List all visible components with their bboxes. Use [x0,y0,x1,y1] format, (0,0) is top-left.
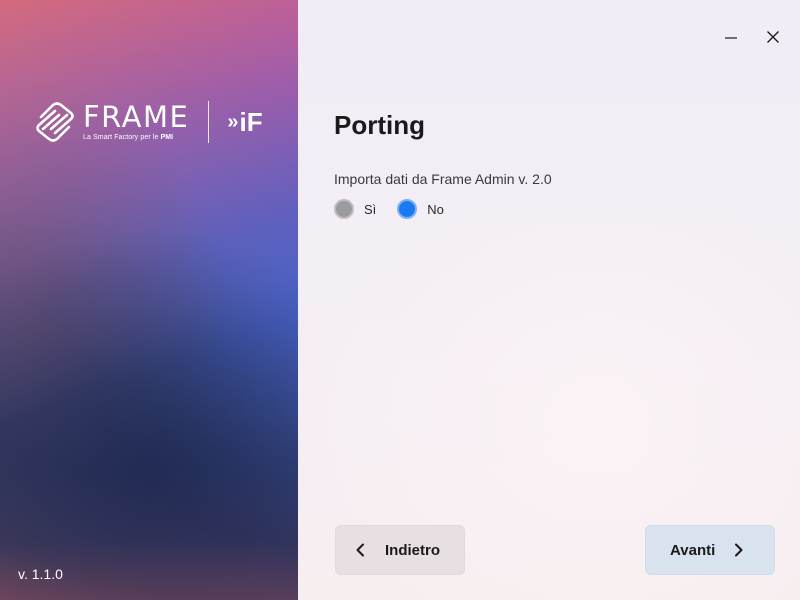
brand-logo: FRAME La Smart Factory per le PMI » iF [33,98,263,146]
radio-label-no: No [427,201,444,217]
minimize-icon [725,37,737,39]
import-label: Importa dati da Frame Admin v. 2.0 [334,171,552,187]
frame-name: FRAME [83,99,190,135]
partner-logo: » iF [227,107,262,137]
frame-wordmark: FRAME La Smart Factory per le PMI [83,102,189,142]
back-button-label: Indietro [385,541,440,559]
radio-button-no[interactable] [397,199,418,219]
back-button[interactable]: Indietro [335,525,465,575]
content-panel: Porting Importa dati da Frame Admin v. 2… [298,0,800,600]
radio-button-si[interactable] [334,199,354,219]
logo-divider [208,101,210,143]
chevron-left-icon [353,543,367,557]
minimize-button[interactable] [716,22,746,52]
chevron-right-icon [732,543,746,557]
radio-option-no[interactable]: No [397,199,444,219]
next-button-label: Avanti [670,541,716,559]
branding-panel: FRAME La Smart Factory per le PMI » iF v… [0,0,298,600]
close-button[interactable] [758,22,788,52]
frame-tagline: La Smart Factory per le PMI [83,134,174,141]
partner-chevrons: » [227,111,239,133]
close-icon [767,31,779,43]
import-radio-group: Sì No [334,199,465,219]
radio-label-si: Sì [364,201,377,217]
app-version: v. 1.1.0 [18,566,63,582]
radio-option-si[interactable]: Sì [334,199,376,219]
frame-logo-mark-icon [36,102,74,142]
next-button[interactable]: Avanti [645,525,775,575]
page-title: Porting [334,110,425,140]
partner-logo-text: iF [239,107,263,137]
